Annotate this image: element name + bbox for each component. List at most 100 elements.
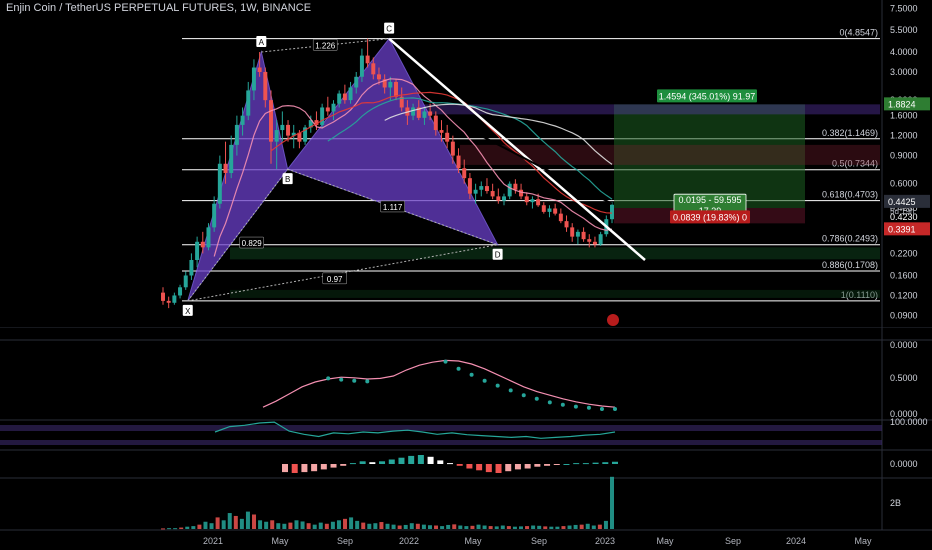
histogram-bar[interactable] <box>582 463 589 465</box>
histogram-bar[interactable] <box>359 461 366 464</box>
volume-bar[interactable] <box>579 524 584 529</box>
histogram-bar[interactable] <box>514 464 521 470</box>
candle-body[interactable] <box>598 234 603 245</box>
volume-bar[interactable] <box>482 525 487 529</box>
histogram-bar[interactable] <box>544 464 551 466</box>
candle-body[interactable] <box>502 196 507 201</box>
candle-body[interactable] <box>428 111 433 116</box>
candle-body[interactable] <box>189 260 194 276</box>
volume-bar[interactable] <box>373 523 378 529</box>
histogram-bar[interactable] <box>495 464 502 473</box>
histogram-bar[interactable] <box>340 464 347 466</box>
volume-bar[interactable] <box>543 526 548 529</box>
volume-bar[interactable] <box>597 524 602 529</box>
indicator-line[interactable] <box>262 359 616 408</box>
indicator-dot[interactable] <box>326 376 331 381</box>
volume-bar[interactable] <box>561 526 566 529</box>
candle-body[interactable] <box>268 100 273 142</box>
candle-body[interactable] <box>223 163 228 174</box>
histogram-bar[interactable] <box>563 464 570 465</box>
volume-bar[interactable] <box>591 525 596 529</box>
candle-body[interactable] <box>394 81 399 97</box>
histogram-bar[interactable] <box>456 464 463 466</box>
candle-body[interactable] <box>286 124 291 136</box>
histogram-bar[interactable] <box>311 464 318 472</box>
indicator-dot[interactable] <box>613 407 617 411</box>
volume-bar[interactable] <box>409 523 414 529</box>
candle-body[interactable] <box>473 189 478 194</box>
candle-body[interactable] <box>411 107 416 116</box>
candle-body[interactable] <box>587 239 592 242</box>
candle-body[interactable] <box>183 275 188 288</box>
candle-body[interactable] <box>365 55 370 64</box>
volume-bar[interactable] <box>464 526 469 529</box>
candle-body[interactable] <box>507 183 512 197</box>
histogram-bar[interactable] <box>398 457 405 464</box>
histogram-bar[interactable] <box>602 462 609 464</box>
indicator-dot[interactable] <box>339 377 344 382</box>
volume-bar[interactable] <box>500 525 505 529</box>
volume-bar[interactable] <box>264 521 269 529</box>
candle-body[interactable] <box>564 221 569 228</box>
candle-body[interactable] <box>161 292 165 301</box>
candle-body[interactable] <box>251 67 256 91</box>
volume-bar[interactable] <box>585 523 590 529</box>
candle-body[interactable] <box>581 231 586 240</box>
candle-body[interactable] <box>575 231 580 237</box>
histogram-bar[interactable] <box>476 464 483 471</box>
candle-body[interactable] <box>519 189 524 197</box>
candle-body[interactable] <box>217 163 222 204</box>
histogram-bar[interactable] <box>427 456 434 464</box>
volume-bar[interactable] <box>343 518 348 529</box>
volume-bar[interactable] <box>179 527 184 529</box>
histogram-bar[interactable] <box>553 464 560 465</box>
candle-body[interactable] <box>274 130 279 142</box>
volume-bar[interactable] <box>537 525 542 529</box>
candle-body[interactable] <box>342 93 347 101</box>
histogram-bar[interactable] <box>534 464 541 467</box>
candle-body[interactable] <box>490 191 495 197</box>
volume-bar[interactable] <box>452 524 457 529</box>
volume-bar[interactable] <box>415 523 420 529</box>
event-flag-icon[interactable] <box>607 314 619 326</box>
volume-bar[interactable] <box>446 524 451 529</box>
candle-body[interactable] <box>570 227 575 237</box>
volume-bar[interactable] <box>258 520 263 529</box>
indicator-dot[interactable] <box>456 366 461 371</box>
candle-body[interactable] <box>547 208 552 212</box>
histogram-bar[interactable] <box>592 462 599 464</box>
volume-bar[interactable] <box>506 526 511 529</box>
volume-bar[interactable] <box>488 526 493 529</box>
candle-body[interactable] <box>229 144 234 174</box>
volume-bar[interactable] <box>300 521 305 529</box>
volume-bar[interactable] <box>470 525 475 529</box>
histogram-bar[interactable] <box>466 464 473 469</box>
indicator-dot[interactable] <box>352 378 357 383</box>
candle-body[interactable] <box>462 168 467 179</box>
histogram-bar[interactable] <box>485 464 492 473</box>
volume-bar[interactable] <box>161 528 165 530</box>
volume-bar[interactable] <box>221 520 226 529</box>
volume-bar[interactable] <box>361 522 366 529</box>
histogram-bar[interactable] <box>417 455 424 464</box>
indicator-dot[interactable] <box>586 405 591 410</box>
harmonic-triangle[interactable] <box>286 37 499 246</box>
indicator-dot[interactable] <box>365 379 370 384</box>
histogram-bar[interactable] <box>505 464 512 472</box>
volume-bar[interactable] <box>288 522 293 529</box>
candle-body[interactable] <box>200 241 205 248</box>
harmonic-triangle[interactable] <box>187 50 289 302</box>
histogram-bar[interactable] <box>349 463 356 465</box>
histogram-bar[interactable] <box>408 455 415 464</box>
histogram-bar[interactable] <box>388 459 395 465</box>
trading-chart[interactable]: 7.50005.50004.00003.00002.00001.60001.20… <box>0 0 932 550</box>
volume-bar[interactable] <box>367 523 372 529</box>
candle-body[interactable] <box>320 107 325 125</box>
candle-body[interactable] <box>359 55 364 77</box>
volume-bar[interactable] <box>282 523 287 529</box>
indicator-dot[interactable] <box>521 393 526 398</box>
candle-body[interactable] <box>325 107 330 112</box>
volume-bar[interactable] <box>233 515 238 529</box>
volume-bar[interactable] <box>525 526 530 529</box>
volume-bar[interactable] <box>427 525 432 529</box>
